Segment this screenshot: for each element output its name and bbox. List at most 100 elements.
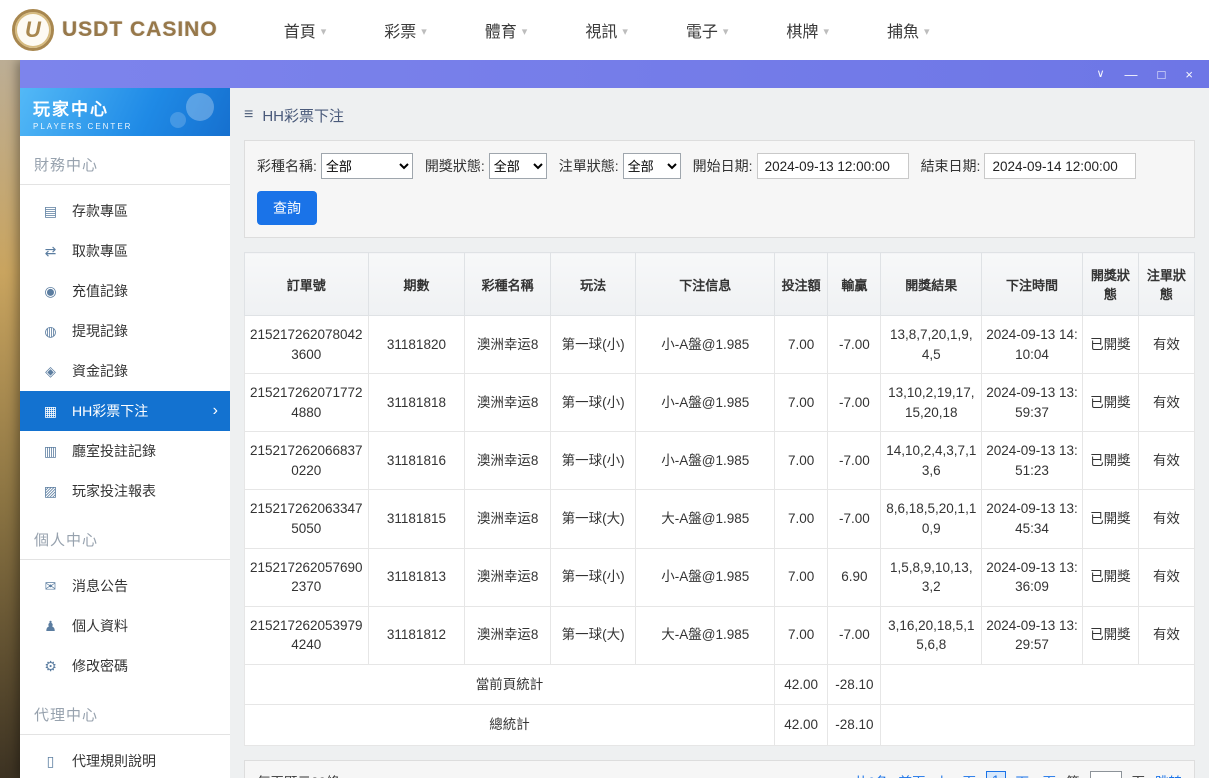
- cell-win-loss: -7.00: [828, 490, 881, 548]
- sidebar-item-withdrawal-records[interactable]: ◍ 提現記錄 ›: [20, 311, 230, 351]
- menu-icon[interactable]: ≡: [244, 107, 253, 123]
- cell-order-no: 2152172620633475050: [245, 490, 369, 548]
- jump-page-input[interactable]: [1090, 771, 1122, 778]
- window-collapse-button[interactable]: ∨: [1096, 69, 1104, 80]
- nav-item-lottery[interactable]: 彩票 ▾: [384, 18, 427, 42]
- sidebar-item-player-bet-report[interactable]: ▨ 玩家投注報表 ›: [20, 471, 230, 511]
- col-lottery-name: 彩種名稱: [465, 253, 551, 316]
- cell-play-type: 第一球(小): [550, 374, 636, 432]
- players-center-header: 玩家中心 PLAYERS CENTER: [20, 88, 230, 136]
- table-row: 2152172620576902370 31181813 澳洲幸运8 第一球(小…: [245, 548, 1195, 606]
- cell-bet-info: 大-A盤@1.985: [636, 606, 775, 664]
- window-minimize-button[interactable]: —: [1125, 68, 1138, 81]
- logo-text: USDT CASINO: [62, 18, 218, 42]
- cell-play-type: 第一球(小): [550, 548, 636, 606]
- deposit-icon: ▤: [42, 203, 59, 220]
- window-maximize-button[interactable]: □: [1158, 68, 1166, 81]
- total-summary-amount: 42.00: [775, 705, 828, 746]
- window-close-button[interactable]: ×: [1185, 68, 1193, 81]
- message-icon: ✉: [42, 578, 59, 595]
- cell-order-status: 有效: [1138, 490, 1194, 548]
- nav-item-video[interactable]: 視訊 ▾: [585, 18, 628, 42]
- cell-bet-amount: 7.00: [775, 490, 828, 548]
- logo[interactable]: U USDT CASINO: [12, 9, 218, 51]
- table-row: 2152172620668370220 31181816 澳洲幸运8 第一球(小…: [245, 432, 1195, 490]
- sidebar-item-profile[interactable]: ♟ 個人資料: [20, 606, 230, 646]
- cell-bet-amount: 7.00: [775, 432, 828, 490]
- chevron-right-icon: ›: [213, 402, 218, 420]
- funds-record-icon: ◈: [42, 363, 59, 380]
- personal-menu: ✉ 消息公告 ♟ 個人資料 ⚙ 修改密碼: [20, 560, 230, 686]
- sidebar-item-change-password[interactable]: ⚙ 修改密碼: [20, 646, 230, 686]
- sidebar-item-agent-rules[interactable]: ▯ 代理規則說明: [20, 741, 230, 778]
- order-status-label: 注單狀態:: [559, 156, 619, 176]
- end-date-input[interactable]: [984, 153, 1136, 179]
- page-summary-win-loss: -28.10: [828, 664, 881, 705]
- start-date-label: 開始日期:: [693, 156, 753, 176]
- cell-order-no: 2152172620717724880: [245, 374, 369, 432]
- cell-win-loss: -7.00: [828, 374, 881, 432]
- nav-item-electronic[interactable]: 電子 ▾: [686, 18, 729, 42]
- start-date-input[interactable]: [757, 153, 909, 179]
- chevron-down-icon: ▾: [924, 25, 930, 38]
- chevron-down-icon: ▾: [823, 25, 829, 38]
- table-row: 2152172620633475050 31181815 澳洲幸运8 第一球(大…: [245, 490, 1195, 548]
- sidebar-item-deposit[interactable]: ▤ 存款專區 ›: [20, 191, 230, 231]
- page-title-row: ≡ HH彩票下注: [244, 104, 1195, 126]
- user-icon: ♟: [42, 618, 59, 635]
- hall-records-icon: ▥: [42, 443, 59, 460]
- cell-bet-time: 2024-09-13 13:59:37: [982, 374, 1083, 432]
- sidebar-item-announcements[interactable]: ✉ 消息公告: [20, 566, 230, 606]
- jump-button[interactable]: 跳转: [1155, 771, 1182, 778]
- page-title: HH彩票下注: [262, 105, 344, 126]
- sidebar-item-label: 代理規則說明: [72, 751, 156, 771]
- current-page[interactable]: 1: [986, 771, 1006, 778]
- sidebar-item-hh-lottery-bets[interactable]: ▦ HH彩票下注 ›: [20, 391, 230, 431]
- cell-bet-info: 小-A盤@1.985: [636, 316, 775, 374]
- nav-item-home[interactable]: 首頁 ▾: [284, 18, 327, 42]
- col-bet-info: 下注信息: [636, 253, 775, 316]
- players-center-title: 玩家中心: [33, 95, 230, 120]
- nav-item-label: 彩票: [384, 18, 416, 42]
- cell-draw-result: 1,5,8,9,10,13,3,2: [881, 548, 982, 606]
- col-order-status: 注單狀態: [1138, 253, 1194, 316]
- nav-item-board-games[interactable]: 棋牌 ▾: [786, 18, 829, 42]
- search-button[interactable]: 查詢: [257, 191, 317, 225]
- draw-status-select[interactable]: 全部: [489, 153, 547, 179]
- cell-draw-status: 已開獎: [1082, 432, 1138, 490]
- main-nav: 首頁 ▾ 彩票 ▾ 體育 ▾ 視訊 ▾ 電子 ▾: [284, 18, 930, 42]
- cell-lottery-name: 澳洲幸运8: [465, 548, 551, 606]
- first-page-link[interactable]: 首页: [898, 771, 925, 778]
- lottery-name-label: 彩種名稱:: [257, 156, 317, 176]
- report-icon: ▨: [42, 483, 59, 500]
- total-summary-label: 總統計: [245, 705, 775, 746]
- order-status-select[interactable]: 全部: [623, 153, 681, 179]
- total-summary-row: 總統計 42.00 -28.10: [245, 705, 1195, 746]
- player-center-window: ∨ — □ × 玩家中心 PLAYERS CENTER 財務中心 ▤ 存款專區 …: [20, 60, 1209, 778]
- sidebar-item-recharge-records[interactable]: ◉ 充值記錄 ›: [20, 271, 230, 311]
- cell-draw-status: 已開獎: [1082, 374, 1138, 432]
- sidebar-item-label: 存款專區: [72, 201, 128, 221]
- nav-item-sports[interactable]: 體育 ▾: [485, 18, 528, 42]
- cell-bet-amount: 7.00: [775, 316, 828, 374]
- chevron-down-icon: ▾: [723, 25, 729, 38]
- sidebar-item-funds-records[interactable]: ◈ 資金記錄 ›: [20, 351, 230, 391]
- sidebar-item-label: HH彩票下注: [72, 401, 148, 421]
- lottery-name-select[interactable]: 全部: [321, 153, 413, 179]
- cell-lottery-name: 澳洲幸运8: [465, 490, 551, 548]
- sidebar-item-withdraw[interactable]: ⇄ 取款專區 ›: [20, 231, 230, 271]
- cell-order-no: 2152172620576902370: [245, 548, 369, 606]
- col-win-loss: 輸贏: [828, 253, 881, 316]
- cell-bet-info: 小-A盤@1.985: [636, 548, 775, 606]
- prev-page-link[interactable]: 上一页: [935, 771, 976, 778]
- page-summary-amount: 42.00: [775, 664, 828, 705]
- total-summary-empty: [881, 705, 1195, 746]
- cell-lottery-name: 澳洲幸运8: [465, 606, 551, 664]
- total-summary-win-loss: -28.10: [828, 705, 881, 746]
- next-page-link[interactable]: 下一页: [1016, 771, 1057, 778]
- cell-bet-amount: 7.00: [775, 606, 828, 664]
- col-play-type: 玩法: [550, 253, 636, 316]
- cell-order-status: 有效: [1138, 432, 1194, 490]
- sidebar-item-hall-bet-records[interactable]: ▥ 廳室投註記錄 ›: [20, 431, 230, 471]
- nav-item-fishing[interactable]: 捕魚 ▾: [887, 18, 930, 42]
